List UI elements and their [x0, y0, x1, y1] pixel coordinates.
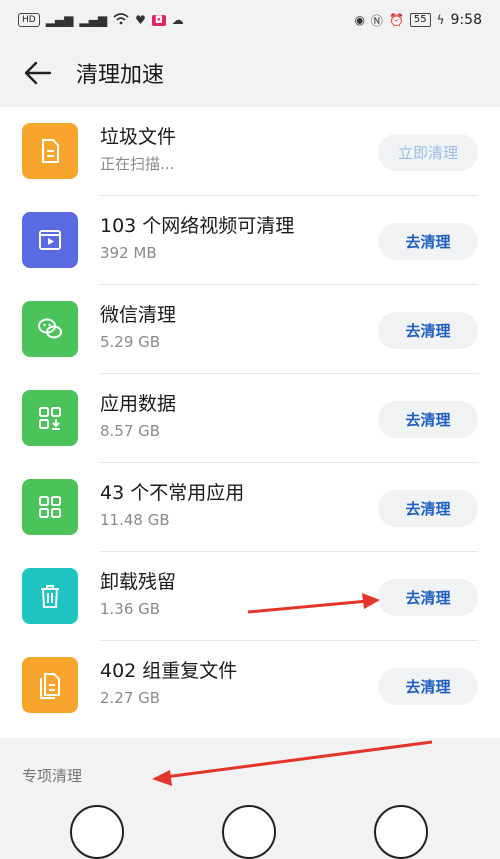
list-item-uninstall-residue: 卸载残留 1.36 GB 去清理: [0, 552, 500, 641]
video-icon: [22, 212, 78, 268]
app-bar: 清理加速: [0, 40, 500, 106]
document-icon: [22, 123, 78, 179]
item-title: 应用数据: [100, 393, 177, 415]
trash-icon: [22, 568, 78, 624]
go-clean-button[interactable]: 去清理: [378, 223, 478, 260]
item-text: 应用数据 8.57 GB: [100, 391, 176, 442]
item-subtitle: 11.48 GB: [100, 511, 170, 529]
item-subtitle: 1.36 GB: [100, 600, 161, 618]
item-subtitle: 392 MB: [100, 244, 157, 262]
clean-now-button[interactable]: 立即清理: [378, 134, 478, 171]
annotation-arrow-2: [164, 740, 433, 779]
item-text: 43 个不常用应用 11.48 GB: [100, 480, 244, 531]
go-clean-button[interactable]: 去清理: [378, 668, 478, 705]
apps-grid-icon: [22, 479, 78, 535]
cloud-icon: ☁: [171, 13, 184, 27]
item-text: 卸载残留 1.36 GB: [100, 569, 176, 620]
item-text: 103 个网络视频可清理 392 MB: [100, 213, 294, 264]
item-title: 402 组重复文件: [100, 660, 238, 682]
page-title: 清理加速: [76, 63, 165, 88]
item-title: 43 个不常用应用: [100, 482, 245, 504]
status-right: ◉ Ⓝ ⏰ 55 ϟ 9:58: [354, 12, 482, 29]
go-clean-button[interactable]: 去清理: [378, 490, 478, 527]
duplicate-file-icon: [22, 657, 78, 713]
wechat-icon: [22, 301, 78, 357]
item-subtitle: 2.27 GB: [100, 689, 161, 707]
item-text: 微信清理 5.29 GB: [100, 302, 176, 353]
annotation-arrow-head-2: [152, 770, 172, 786]
go-clean-button[interactable]: 去清理: [378, 401, 478, 438]
special-clean-item-2-icon[interactable]: [222, 805, 276, 859]
back-button[interactable]: [0, 40, 76, 106]
item-subtitle: 5.29 GB: [100, 333, 161, 351]
alarm-icon: ⏰: [388, 13, 404, 27]
special-clean-icons: [0, 805, 500, 859]
item-title: 微信清理: [100, 304, 177, 326]
app-notification-icon: ◘: [151, 14, 166, 26]
signal-icon-1: ▂▄▆: [45, 13, 74, 27]
special-clean-item-3-icon[interactable]: [374, 805, 428, 859]
eye-icon: ◉: [354, 13, 365, 27]
clock: 9:58: [450, 12, 482, 28]
item-text: 垃圾文件 正在扫描...: [100, 124, 176, 175]
item-title: 103 个网络视频可清理: [100, 215, 295, 237]
charging-icon: ϟ: [436, 13, 445, 27]
list-item-duplicate-files: 402 组重复文件 2.27 GB 去清理: [0, 641, 500, 730]
list-item-junk-files: 垃圾文件 正在扫描... 立即清理: [0, 107, 500, 196]
app-data-icon: [22, 390, 78, 446]
list-item-unused-apps: 43 个不常用应用 11.48 GB 去清理: [0, 463, 500, 552]
item-title: 垃圾文件: [100, 126, 177, 148]
signal-icon-2: ▂▄▆: [79, 13, 108, 27]
list-item-wechat: 微信清理 5.29 GB 去清理: [0, 285, 500, 374]
item-text: 402 组重复文件 2.27 GB: [100, 658, 237, 709]
special-clean-item-1-icon[interactable]: [70, 805, 124, 859]
arrow-left-icon: [24, 61, 52, 85]
item-subtitle: 正在扫描...: [100, 155, 175, 173]
cleanup-list: 垃圾文件 正在扫描... 立即清理 103 个网络视频可清理 392 MB 去清…: [0, 107, 500, 738]
status-bar: HD ▂▄▆ ▂▄▆ ♥ ◘ ☁ ◉ Ⓝ ⏰ 55 ϟ 9:58: [0, 0, 500, 40]
section-title: 专项清理: [22, 767, 83, 785]
list-item-app-data: 应用数据 8.57 GB 去清理: [0, 374, 500, 463]
hd-badge: HD: [18, 13, 40, 27]
nfc-icon: Ⓝ: [370, 13, 383, 28]
wifi-icon: [113, 12, 129, 28]
item-title: 卸载残留: [100, 571, 177, 593]
go-clean-button[interactable]: 去清理: [378, 579, 478, 616]
battery-level: 55: [409, 13, 431, 27]
item-subtitle: 8.57 GB: [100, 422, 161, 440]
list-item-network-video: 103 个网络视频可清理 392 MB 去清理: [0, 196, 500, 285]
status-left: HD ▂▄▆ ▂▄▆ ♥ ◘ ☁: [18, 12, 184, 28]
go-clean-button[interactable]: 去清理: [378, 312, 478, 349]
heart-icon: ♥: [135, 13, 146, 27]
